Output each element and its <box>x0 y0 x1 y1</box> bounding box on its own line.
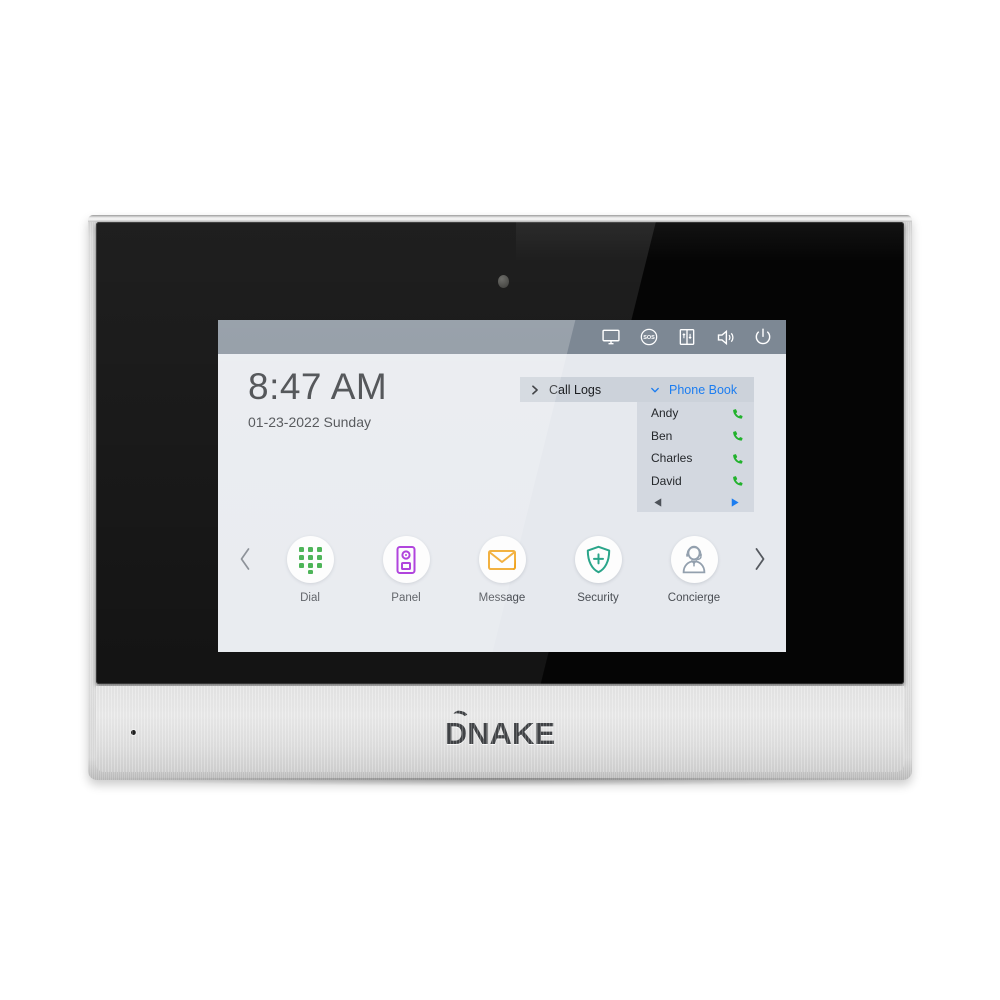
dialpad-icon <box>298 547 322 574</box>
logo-swoosh-icon <box>451 709 470 725</box>
app-security-label: Security <box>577 592 619 604</box>
chevron-right-icon <box>532 384 538 395</box>
app-panel[interactable]: Panel <box>358 536 454 604</box>
app-dial-label: Dial <box>300 592 320 604</box>
envelope-icon <box>488 549 516 570</box>
monitor-icon[interactable] <box>600 326 622 348</box>
tab-phone-book-label: Phone Book <box>669 382 738 397</box>
app-concierge-circle <box>670 536 718 583</box>
dnake-indoor-monitor-device: SOS 8:47 AM 01-23-2022 Sunday Call Logs … <box>88 215 912 786</box>
device-drop-shadow <box>100 778 900 786</box>
tab-call-logs[interactable]: Call Logs <box>520 377 637 402</box>
contact-name: David <box>651 473 682 488</box>
app-security-circle <box>574 536 622 583</box>
phone-call-icon[interactable] <box>730 428 745 443</box>
chevron-right-icon <box>755 548 764 570</box>
clock-widget: 8:47 AM 01-23-2022 Sunday <box>248 368 387 430</box>
phone-call-icon[interactable] <box>730 406 745 421</box>
app-dial-circle <box>286 536 334 583</box>
brand-logo-text: DNAKE <box>444 716 556 751</box>
lcd-screen: SOS 8:47 AM 01-23-2022 Sunday Call Logs … <box>218 320 786 652</box>
phone-book-pager <box>637 492 754 512</box>
brand-logo: DNAKE <box>96 709 904 752</box>
contact-name: Ben <box>651 428 673 443</box>
phone-call-icon[interactable] <box>730 473 745 488</box>
camera-sensor-icon <box>498 275 509 288</box>
list-item[interactable]: Andy <box>637 402 754 425</box>
app-security[interactable]: Security <box>550 536 646 604</box>
app-concierge-label: Concierge <box>667 592 721 604</box>
phone-book-column: Phone Book Andy Ben Charles David <box>637 377 754 512</box>
operator-headset-icon <box>682 545 706 574</box>
power-icon[interactable] <box>752 326 774 348</box>
app-dial[interactable]: Dial <box>262 536 358 604</box>
app-dock: Dial Panel Message Security Concierge <box>218 520 786 620</box>
dock-next-arrow[interactable] <box>742 546 776 572</box>
tab-call-logs-label: Call Logs <box>549 382 602 397</box>
list-item[interactable]: Charles <box>637 447 754 470</box>
list-item[interactable]: David <box>637 470 754 493</box>
clock-date: 01-23-2022 Sunday <box>248 414 371 430</box>
phone-book-list: Andy Ben Charles David <box>637 402 754 512</box>
chevron-left-icon <box>240 548 249 570</box>
chevron-down-icon <box>651 387 659 392</box>
triangle-right-icon[interactable] <box>729 497 740 508</box>
status-bar: SOS <box>218 320 786 354</box>
triangle-left-icon[interactable] <box>653 497 664 508</box>
app-panel-label: Panel <box>391 592 421 604</box>
tab-phone-book[interactable]: Phone Book <box>637 377 754 402</box>
elevator-icon[interactable] <box>676 326 698 348</box>
call-logs-column: Call Logs <box>520 377 637 512</box>
door-station-icon <box>396 545 416 574</box>
device-glass-front: SOS 8:47 AM 01-23-2022 Sunday Call Logs … <box>96 222 904 684</box>
list-item[interactable]: Ben <box>637 425 754 448</box>
volume-icon[interactable] <box>714 326 736 348</box>
svg-text:SOS: SOS <box>643 335 655 341</box>
microphone-hole-icon <box>131 730 136 735</box>
app-message-circle <box>478 536 526 583</box>
clock-time: 8:47 AM <box>248 366 388 407</box>
glass-reflection-secondary <box>516 222 904 262</box>
app-message[interactable]: Message <box>454 536 550 604</box>
call-panel: Call Logs Phone Book Andy Ben Charles Da… <box>520 377 754 512</box>
dock-prev-arrow[interactable] <box>228 546 262 572</box>
app-concierge[interactable]: Concierge <box>646 536 742 604</box>
sos-icon[interactable]: SOS <box>638 326 660 348</box>
app-message-label: Message <box>478 592 526 604</box>
device-bottom-band: DNAKE <box>96 686 904 772</box>
contact-name: Andy <box>651 406 679 421</box>
device-top-edge <box>88 215 912 222</box>
contact-name: Charles <box>651 451 693 466</box>
phone-call-icon[interactable] <box>730 451 745 466</box>
shield-plus-icon <box>586 545 610 574</box>
call-logs-body <box>520 402 637 511</box>
app-panel-circle <box>382 536 430 583</box>
